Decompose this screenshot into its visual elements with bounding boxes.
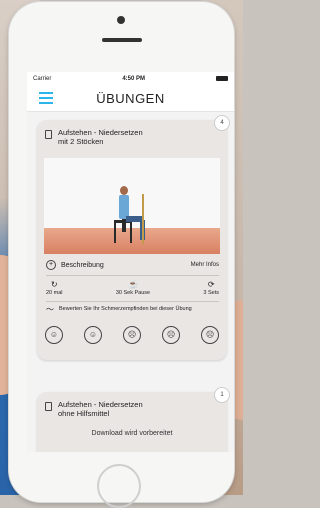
chair-leg [114, 223, 116, 243]
stat-label: 20 mal [46, 290, 63, 296]
stat-pause: ☕ 30 Sek Pause [116, 280, 150, 296]
face-3-icon[interactable]: ☹ [123, 326, 141, 344]
pain-rating-faces: ☺ ☺ ☹ ☹ ☹ [45, 326, 219, 344]
count-badge: 1 [214, 387, 230, 403]
status-time: 4:50 PM [122, 75, 146, 82]
camera [117, 16, 125, 24]
status-bar: Carrier 4:50 PM [27, 72, 234, 85]
face-5-icon[interactable]: ☹ [201, 326, 219, 344]
rating-prompt-row: 〜 Bewerten Sie Ihr Schmerzempfinden bei … [46, 305, 219, 314]
description-row[interactable]: + Beschreibung Mehr Infos [46, 260, 219, 270]
document-icon [45, 130, 52, 139]
home-button[interactable] [97, 464, 141, 508]
hamburger-icon[interactable] [39, 92, 53, 107]
card-title: Aufstehen - Niedersetzen [58, 400, 143, 409]
chair-leg [130, 223, 132, 243]
card-header: Aufstehen - Niedersetzen ohne Hilfsmitte… [37, 392, 227, 418]
page-title: ÜBUNGEN [96, 90, 165, 106]
count-badge: 4 [214, 115, 230, 131]
video-floor [44, 228, 220, 254]
cup-icon: ☕ [127, 280, 138, 289]
stats-row: ↻ 20 mal ☕ 30 Sek Pause ⟳ 3 Sets [46, 280, 219, 296]
card-subtitle: ohne Hilfsmittel [58, 409, 110, 418]
stat-label: 3 Sets [203, 290, 219, 296]
divider [46, 301, 219, 302]
trend-icon: 〜 [46, 305, 54, 314]
rating-prompt: Bewerten Sie Ihr Schmerzempfinden bei di… [59, 306, 192, 312]
divider [46, 275, 219, 276]
card-subtitle: mit 2 Stöcken [58, 137, 104, 146]
nav-bar: ÜBUNGEN [27, 85, 234, 112]
exercise-card[interactable]: 4 Aufstehen - Niedersetzen mit 2 Stöcken [37, 115, 230, 360]
carrier-label: Carrier [33, 75, 52, 82]
phone: Carrier 4:50 PM ÜBUNGEN 4 Aufstehen - Ni… [9, 2, 234, 508]
walking-stick [142, 194, 144, 244]
plus-icon: + [46, 260, 56, 270]
speaker [102, 38, 142, 42]
stat-sets: ⟳ 3 Sets [203, 280, 219, 296]
face-2-icon[interactable]: ☺ [84, 326, 102, 344]
card-title: Aufstehen - Niedersetzen [58, 128, 143, 137]
repeat-icon: ↻ [50, 280, 58, 289]
loading-text: Download wird vorbereitet [91, 430, 173, 437]
face-1-icon[interactable]: ☺ [45, 326, 63, 344]
exercise-list: 4 Aufstehen - Niedersetzen mit 2 Stöcken [27, 112, 234, 452]
exercise-card[interactable]: 1 Aufstehen - Niedersetzen ohne Hilfsmit… [37, 387, 230, 452]
exercise-video[interactable] [44, 158, 220, 254]
face-4-icon[interactable]: ☹ [162, 326, 180, 344]
document-icon [45, 402, 52, 411]
screen: Carrier 4:50 PM ÜBUNGEN 4 Aufstehen - Ni… [27, 72, 234, 452]
more-info-link[interactable]: Mehr Infos [191, 262, 219, 268]
sets-icon: ⟳ [207, 280, 215, 289]
stat-repetitions: ↻ 20 mal [46, 280, 63, 296]
person-head [120, 186, 128, 195]
description-label: Beschreibung [61, 261, 104, 269]
card-header: Aufstehen - Niedersetzen mit 2 Stöcken [37, 120, 227, 146]
stat-label: 30 Sek Pause [115, 290, 151, 296]
battery-icon [216, 76, 228, 81]
